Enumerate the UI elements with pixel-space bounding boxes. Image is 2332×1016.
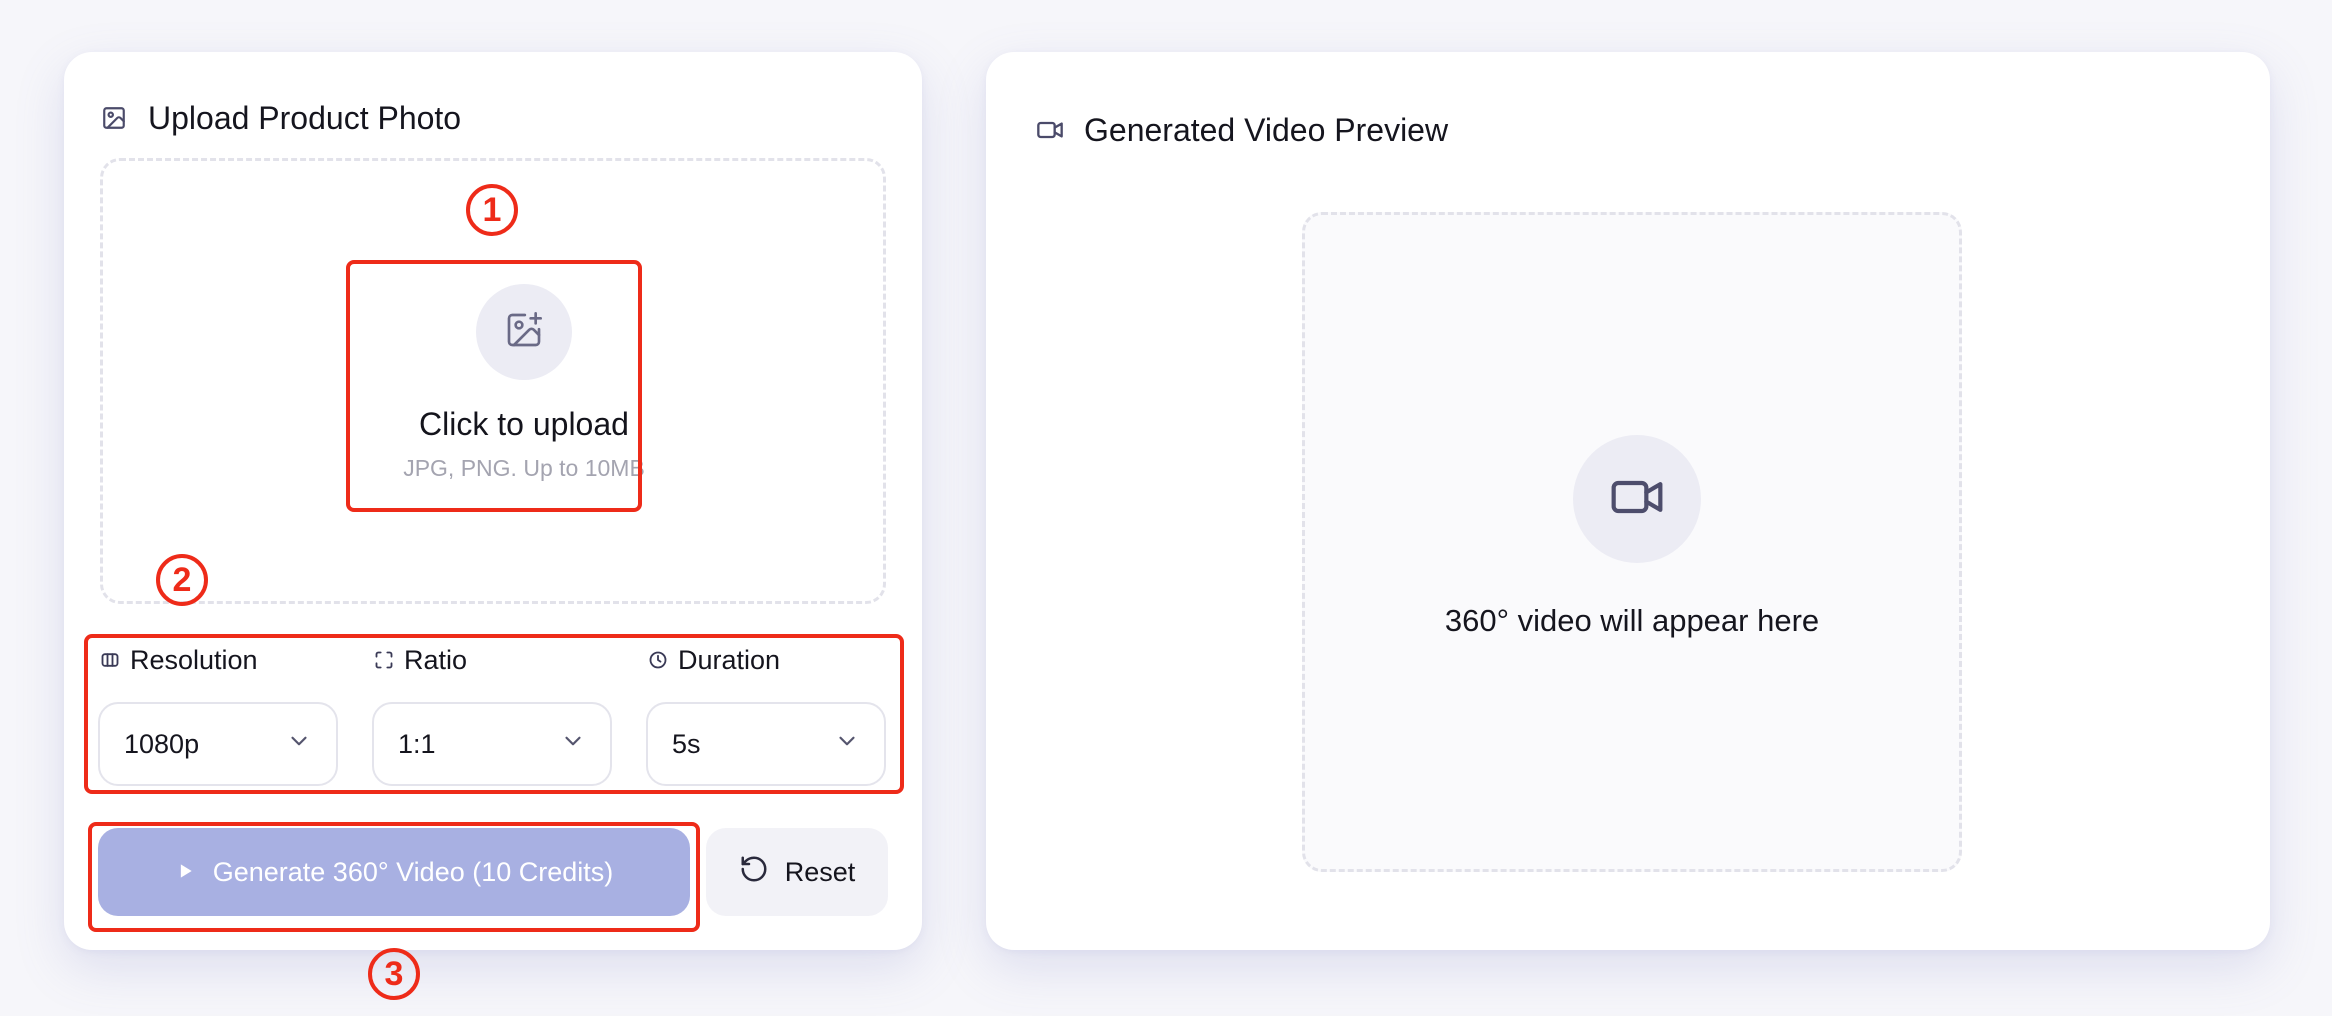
preview-panel: Generated Video Preview 360° video will …: [986, 52, 2270, 950]
annotation-step-3: 3: [368, 948, 420, 1000]
upload-panel-header: Upload Product Photo: [100, 94, 461, 142]
annotation-box-generate: [88, 822, 700, 932]
reset-button[interactable]: Reset: [706, 828, 888, 916]
video-preview-area: 360° video will appear here: [1302, 212, 1962, 872]
annotation-box-upload: [346, 260, 642, 512]
video-icon: [1036, 116, 1064, 144]
preview-placeholder-text: 360° video will appear here: [1444, 603, 1820, 638]
reset-button-label: Reset: [784, 856, 856, 887]
reset-icon: [739, 854, 769, 891]
upload-panel-title: Upload Product Photo: [148, 99, 462, 136]
annotation-step-2: 2: [156, 554, 208, 606]
preview-panel-header: Generated Video Preview: [1036, 106, 1448, 154]
image-icon: [100, 104, 128, 132]
annotation-step-1: 1: [466, 184, 518, 236]
preview-icon-circle: [1573, 435, 1701, 563]
preview-panel-title: Generated Video Preview: [1084, 111, 1449, 148]
video-icon: [1609, 469, 1665, 530]
annotation-box-settings: [84, 634, 904, 794]
